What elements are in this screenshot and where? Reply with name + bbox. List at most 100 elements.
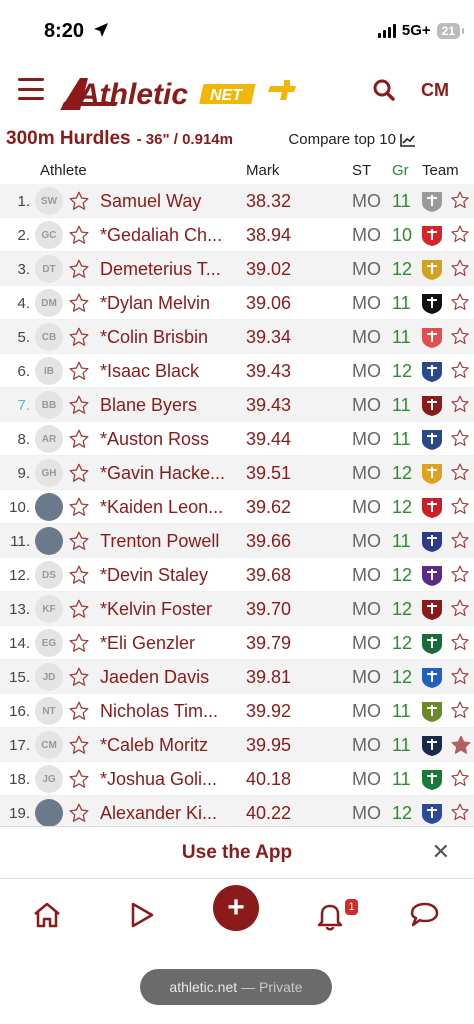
col-state[interactable]: ST <box>352 162 371 179</box>
athlete-name-link[interactable]: *Joshua Goli... <box>100 769 217 790</box>
mark-link[interactable]: 39.92 <box>246 701 291 722</box>
favorite-team-star-icon[interactable] <box>450 292 470 317</box>
athlete-name-link[interactable]: *Devin Staley <box>100 565 208 586</box>
mark-link[interactable]: 39.02 <box>246 259 291 280</box>
table-row[interactable]: 13. KF *Kelvin Foster 39.70 MO 12 <box>0 592 474 626</box>
follow-star-icon[interactable] <box>68 666 90 693</box>
avatar[interactable]: DM <box>35 289 63 317</box>
athlete-name-link[interactable]: *Kaiden Leon... <box>100 497 223 518</box>
team-logo-icon[interactable] <box>418 698 446 724</box>
search-icon[interactable] <box>372 78 396 102</box>
use-app-label[interactable]: Use the App <box>0 842 474 864</box>
favorite-team-star-icon[interactable] <box>450 802 470 827</box>
follow-star-icon[interactable] <box>68 734 90 761</box>
team-logo-icon[interactable] <box>418 188 446 214</box>
avatar[interactable] <box>35 527 63 555</box>
table-row[interactable]: 17. CM *Caleb Moritz 39.95 MO 11 <box>0 728 474 762</box>
mark-link[interactable]: 39.81 <box>246 667 291 688</box>
mark-link[interactable]: 39.51 <box>246 463 291 484</box>
team-logo-icon[interactable] <box>418 426 446 452</box>
follow-star-icon[interactable] <box>68 632 90 659</box>
athlete-name-link[interactable]: *Auston Ross <box>100 429 209 450</box>
avatar[interactable]: BB <box>35 391 63 419</box>
table-row[interactable]: 1. SW Samuel Way 38.32 MO 11 <box>0 184 474 218</box>
favorite-team-star-icon[interactable] <box>450 326 470 351</box>
col-team[interactable]: Team <box>422 162 459 179</box>
favorite-team-star-icon[interactable] <box>450 462 470 487</box>
mark-link[interactable]: 40.18 <box>246 769 291 790</box>
athlete-name-link[interactable]: *Kelvin Foster <box>100 599 212 620</box>
avatar[interactable]: NT <box>35 697 63 725</box>
follow-star-icon[interactable] <box>68 768 90 795</box>
mark-link[interactable]: 39.43 <box>246 395 291 416</box>
table-row[interactable]: 14. EG *Eli Genzler 39.79 MO 12 <box>0 626 474 660</box>
user-menu-button[interactable]: CM <box>421 80 449 101</box>
avatar[interactable]: CM <box>35 731 63 759</box>
favorite-team-star-icon[interactable] <box>450 224 470 249</box>
team-logo-icon[interactable] <box>418 392 446 418</box>
team-logo-icon[interactable] <box>418 460 446 486</box>
table-row[interactable]: 18. JG *Joshua Goli... 40.18 MO 11 <box>0 762 474 796</box>
follow-star-icon[interactable] <box>68 598 90 625</box>
favorite-team-star-icon[interactable] <box>450 360 470 385</box>
team-logo-icon[interactable] <box>418 766 446 792</box>
avatar[interactable]: SW <box>35 187 63 215</box>
follow-star-icon[interactable] <box>68 802 90 829</box>
follow-star-icon[interactable] <box>68 496 90 523</box>
favorite-team-star-icon[interactable] <box>450 700 470 725</box>
table-row[interactable]: 10. *Kaiden Leon... 39.62 MO 12 <box>0 490 474 524</box>
favorite-team-star-icon[interactable] <box>450 598 470 623</box>
mark-link[interactable]: 39.06 <box>246 293 291 314</box>
avatar[interactable]: DT <box>35 255 63 283</box>
table-row[interactable]: 12. DS *Devin Staley 39.68 MO 12 <box>0 558 474 592</box>
athlete-name-link[interactable]: *Gedaliah Ch... <box>100 225 222 246</box>
team-logo-icon[interactable] <box>418 324 446 350</box>
table-row[interactable]: 15. JD Jaeden Davis 39.81 MO 12 <box>0 660 474 694</box>
follow-star-icon[interactable] <box>68 224 90 251</box>
team-logo-icon[interactable] <box>418 256 446 282</box>
follow-star-icon[interactable] <box>68 190 90 217</box>
avatar[interactable] <box>35 493 63 521</box>
avatar[interactable]: EG <box>35 629 63 657</box>
use-app-banner[interactable]: Use the App ✕ <box>0 826 474 878</box>
table-row[interactable]: 3. DT Demeterius T... 39.02 MO 12 <box>0 252 474 286</box>
mark-link[interactable]: 39.79 <box>246 633 291 654</box>
athlete-name-link[interactable]: Nicholas Tim... <box>100 701 218 722</box>
athlete-name-link[interactable]: *Eli Genzler <box>100 633 195 654</box>
team-logo-icon[interactable] <box>418 800 446 826</box>
favorite-team-star-icon[interactable] <box>450 496 470 521</box>
col-athlete[interactable]: Athlete <box>40 162 87 179</box>
table-row[interactable]: 9. GH *Gavin Hacke... 39.51 MO 12 <box>0 456 474 490</box>
browser-url-bar[interactable]: athletic.net — Private <box>140 969 332 1005</box>
compare-top-10-button[interactable]: Compare top 10 <box>288 131 416 148</box>
follow-star-icon[interactable] <box>68 394 90 421</box>
athlete-name-link[interactable]: Trenton Powell <box>100 531 219 552</box>
team-logo-icon[interactable] <box>418 358 446 384</box>
athletic-net-logo[interactable]: Athletic NET <box>58 72 298 112</box>
favorite-team-star-icon[interactable] <box>450 428 470 453</box>
athlete-name-link[interactable]: *Colin Brisbin <box>100 327 208 348</box>
mark-link[interactable]: 39.62 <box>246 497 291 518</box>
mark-link[interactable]: 39.34 <box>246 327 291 348</box>
team-logo-icon[interactable] <box>418 732 446 758</box>
mark-link[interactable]: 39.70 <box>246 599 291 620</box>
avatar[interactable] <box>35 799 63 827</box>
team-logo-icon[interactable] <box>418 222 446 248</box>
follow-star-icon[interactable] <box>68 292 90 319</box>
favorite-team-star-icon[interactable] <box>450 632 470 657</box>
team-logo-icon[interactable] <box>418 664 446 690</box>
table-row[interactable]: 16. NT Nicholas Tim... 39.92 MO 11 <box>0 694 474 728</box>
team-logo-icon[interactable] <box>418 562 446 588</box>
menu-icon[interactable] <box>18 78 44 100</box>
bell-icon[interactable] <box>316 901 344 931</box>
team-logo-icon[interactable] <box>418 290 446 316</box>
add-button[interactable]: + <box>213 885 259 931</box>
chat-icon[interactable] <box>408 901 440 929</box>
avatar[interactable]: KF <box>35 595 63 623</box>
follow-star-icon[interactable] <box>68 700 90 727</box>
team-logo-icon[interactable] <box>418 630 446 656</box>
athlete-name-link[interactable]: Jaeden Davis <box>100 667 209 688</box>
table-row[interactable]: 2. GC *Gedaliah Ch... 38.94 MO 10 <box>0 218 474 252</box>
favorite-team-star-icon[interactable] <box>450 768 470 793</box>
avatar[interactable]: IB <box>35 357 63 385</box>
